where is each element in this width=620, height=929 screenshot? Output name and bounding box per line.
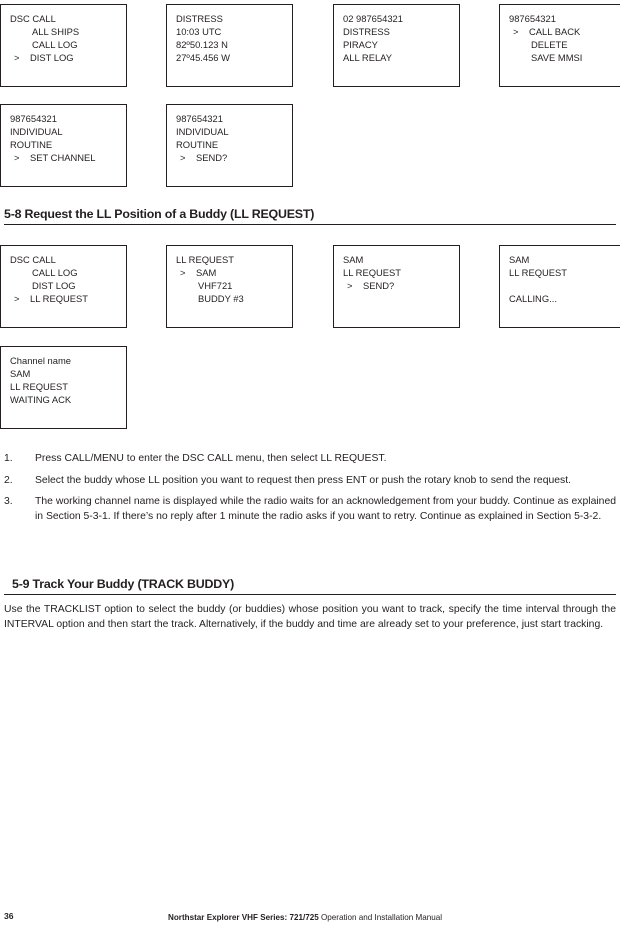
screen-line: SAM (343, 254, 364, 265)
screen-line: DSC CALL (10, 13, 56, 24)
screen-line-selected: > SEND? (343, 279, 450, 292)
screen-line: SAVE MMSI (531, 52, 583, 64)
screen-line: INDIVIDUAL (10, 126, 63, 138)
screen-line-label: LL REQUEST (30, 293, 89, 305)
screen-line-label: CALL BACK (529, 26, 581, 38)
screen-line: 27º45.456 W (176, 52, 230, 64)
screen-line-label: SET CHANNEL (30, 152, 96, 164)
footer-suffix: Operation and Installation Manual (318, 913, 443, 922)
list-item-text: The working channel name is displayed wh… (35, 496, 616, 522)
screen-line-label: DIST LOG (30, 52, 74, 64)
list-item: 3. The working channel name is displayed… (4, 495, 616, 524)
screen-row-1: DSC CALL ALL SHIPS CALL LOG > DIST LOG DI… (0, 4, 620, 87)
selection-arrow-icon: > (513, 26, 519, 38)
screen-line: CALL LOG (32, 267, 78, 279)
screen-line: ALL RELAY (343, 52, 392, 64)
screen-ll-request-buddy-list: LL REQUEST > SAM VHF721 BUDDY #3 (166, 245, 293, 328)
footer-brand: Northstar (168, 913, 205, 922)
screen-sam-ll-request-send: SAM LL REQUEST > SEND? (333, 245, 460, 328)
screen-line-label: SEND? (196, 152, 228, 164)
screen-line: DISTRESS (176, 13, 223, 24)
screen-line: INDIVIDUAL (176, 126, 229, 138)
screen-row-2: 987654321 INDIVIDUAL ROUTINE > SET CHANNE… (0, 104, 293, 187)
list-item-number: 1. (4, 453, 13, 464)
screen-line: WAITING ACK (10, 394, 72, 406)
selection-arrow-icon: > (347, 280, 353, 292)
document-page: DSC CALL ALL SHIPS CALL LOG > DIST LOG DI… (0, 0, 620, 929)
selection-arrow-icon: > (180, 267, 186, 279)
screen-row-3: DSC CALL CALL LOG DIST LOG > LL REQUEST L… (0, 245, 620, 328)
screen-line: VHF721 (198, 280, 233, 292)
selection-arrow-icon: > (14, 152, 20, 164)
screen-line-label: SEND? (363, 280, 395, 292)
list-item: 1. Press CALL/MENU to enter the DSC CALL… (4, 452, 616, 467)
screen-row-4: Channel name SAM LL REQUEST WAITING ACK (0, 346, 127, 429)
screen-line-selected: > CALL BACK (509, 25, 616, 38)
screen-line-selected: > SEND? (176, 151, 283, 164)
screen-line: LL REQUEST (343, 267, 402, 279)
section-heading-5-8: 5-8 Request the LL Position of a Buddy (… (4, 207, 616, 225)
list-item-number: 3. (4, 496, 13, 507)
screen-line: BUDDY #3 (198, 293, 244, 305)
screen-line-selected: > SET CHANNEL (10, 151, 117, 164)
section-heading-5-9: 5-9 Track Your Buddy (TRACK BUDDY) (4, 577, 616, 595)
track-buddy-paragraph: Use the TRACKLIST option to select the b… (4, 604, 616, 630)
screen-line: ROUTINE (10, 139, 53, 151)
footer-series: Explorer VHF Series: 721/725 (206, 913, 319, 922)
screen-line-selected: > DIST LOG (10, 51, 117, 64)
screen-individual-send: 987654321 INDIVIDUAL ROUTINE > SEND? (166, 104, 293, 187)
screen-line: 987654321 (10, 113, 57, 124)
screen-line: LL REQUEST (509, 267, 568, 279)
screen-dsc-call-dist-log: DSC CALL ALL SHIPS CALL LOG > DIST LOG (0, 4, 127, 87)
screen-line: ROUTINE (176, 139, 219, 151)
screen-line: PIRACY (343, 39, 378, 51)
list-item-text: Press CALL/MENU to enter the DSC CALL me… (35, 453, 387, 464)
screen-individual-set-channel: 987654321 INDIVIDUAL ROUTINE > SET CHANNE… (0, 104, 127, 187)
screen-line (509, 279, 616, 292)
screen-line: 02 987654321 (343, 13, 403, 24)
screen-line: DIST LOG (32, 280, 76, 292)
screen-sam-ll-request-calling: SAM LL REQUEST CALLING... (499, 245, 620, 328)
screen-line: 987654321 (176, 113, 223, 124)
screen-dsc-call-ll-request: DSC CALL CALL LOG DIST LOG > LL REQUEST (0, 245, 127, 328)
screen-line: DISTRESS (343, 26, 390, 38)
screen-line: SAM (509, 254, 530, 265)
footer-manual-title: Northstar Explorer VHF Series: 721/725 O… (168, 913, 442, 922)
screen-line: LL REQUEST (176, 254, 235, 265)
screen-line: DSC CALL (10, 254, 56, 265)
screen-line: 82º50.123 N (176, 39, 228, 51)
screen-line-label: SAM (196, 267, 217, 279)
screen-line: CALLING... (509, 293, 557, 305)
screen-line: ALL SHIPS (32, 26, 80, 38)
screen-line: LL REQUEST (10, 381, 69, 393)
screen-line: CALL LOG (32, 39, 78, 51)
screen-line: Channel name (10, 355, 71, 366)
screen-line: DELETE (531, 39, 568, 51)
screen-line-selected: > SAM (176, 266, 283, 279)
list-item-number: 2. (4, 474, 13, 486)
list-item-text: Select the buddy whose LL position you w… (35, 474, 572, 486)
procedure-steps-list: 1. Press CALL/MENU to enter the DSC CALL… (4, 452, 616, 531)
footer-page-number: 36 (4, 911, 14, 921)
screen-distress-position: DISTRESS 10:03 UTC 82º50.123 N 27º45.456… (166, 4, 293, 87)
selection-arrow-icon: > (14, 52, 20, 64)
screen-distress-piracy-relay: 02 987654321 DISTRESS PIRACY ALL RELAY (333, 4, 460, 87)
screen-line: 10:03 UTC (176, 26, 222, 38)
screen-mmsi-options: 987654321 > CALL BACK DELETE SAVE MMSI (499, 4, 620, 87)
screen-line: SAM (10, 368, 31, 380)
screen-line-selected: > LL REQUEST (10, 292, 117, 305)
screen-channel-name-waiting-ack: Channel name SAM LL REQUEST WAITING ACK (0, 346, 127, 429)
list-item: 2. Select the buddy whose LL position yo… (4, 474, 616, 489)
selection-arrow-icon: > (14, 293, 20, 305)
selection-arrow-icon: > (180, 152, 186, 164)
screen-line: 987654321 (509, 13, 556, 24)
